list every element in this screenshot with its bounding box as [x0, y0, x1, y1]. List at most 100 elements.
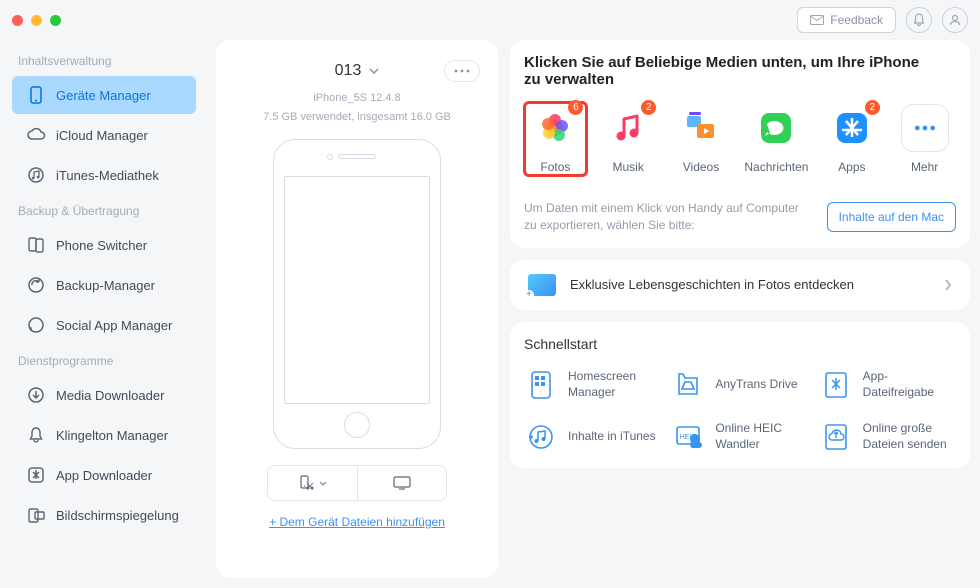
qs-heic-icon: HEIC	[671, 420, 705, 454]
media-more-icon	[901, 104, 949, 152]
export-text: Um Daten mit einem Klick von Handy auf C…	[524, 200, 815, 234]
sidebar-item-label: Bildschirmspiegelung	[56, 508, 179, 523]
media-label: Fotos	[540, 160, 570, 174]
mail-icon	[810, 15, 824, 25]
quick-label: Online große Dateien senden	[863, 421, 956, 452]
badge: 6	[568, 100, 583, 115]
sidebar-header: Dienstprogramme	[4, 346, 204, 374]
media-label: Mehr	[911, 160, 938, 174]
qs-drive-icon	[671, 368, 705, 402]
phone-cut-icon	[297, 475, 315, 491]
chevron-right-icon	[944, 278, 952, 292]
sidebar: InhaltsverwaltungGeräte ManageriCloud Ma…	[4, 40, 204, 578]
sidebar-item-label: Media Downloader	[56, 388, 164, 403]
media-label: Videos	[683, 160, 719, 174]
media-label: Apps	[838, 160, 865, 174]
caret-down-icon	[319, 481, 327, 486]
badge: 2	[865, 100, 880, 115]
chevron-down-icon[interactable]	[369, 68, 379, 74]
qs-homescreen-icon	[524, 368, 558, 402]
badge: 2	[641, 100, 656, 115]
quickstart-panel: Schnellstart Homescreen Manager AnyTrans …	[510, 322, 970, 468]
media-messages[interactable]: Nachrichten	[742, 102, 810, 176]
device-more-button[interactable]	[444, 60, 480, 82]
sidebar-screen-mirror-icon	[26, 505, 46, 525]
cut-to-device-button[interactable]	[268, 466, 358, 500]
qs-drive[interactable]: AnyTrans Drive	[671, 368, 808, 402]
phone-graphic	[273, 139, 441, 449]
media-photos-icon: 6	[531, 104, 579, 152]
notifications-button[interactable]	[906, 7, 932, 33]
device-name: 013	[335, 62, 362, 80]
sidebar-item-label: iCloud Manager	[56, 128, 148, 143]
sidebar-backup-manager-icon	[26, 275, 46, 295]
feedback-button[interactable]: Feedback	[797, 7, 896, 33]
window-minimize[interactable]	[31, 15, 42, 26]
qs-itunes[interactable]: Inhalte in iTunes	[524, 420, 661, 454]
window-maximize[interactable]	[50, 15, 61, 26]
quick-label: Homescreen Manager	[568, 369, 661, 400]
sidebar-backup-manager[interactable]: Backup-Manager	[12, 266, 196, 304]
sidebar-social-app-icon	[26, 315, 46, 335]
sidebar-item-label: iTunes-Mediathek	[56, 168, 159, 183]
qs-bigfiles-icon	[819, 420, 853, 454]
sidebar-device-manager-icon	[26, 85, 46, 105]
qs-heic[interactable]: HEIC Online HEIC Wandler	[671, 420, 808, 454]
media-title: Klicken Sie auf Beliebige Medien unten, …	[524, 54, 924, 88]
sidebar-app-downloader[interactable]: App Downloader	[12, 456, 196, 494]
sidebar-icloud-manager[interactable]: iCloud Manager	[12, 116, 196, 154]
sidebar-device-manager[interactable]: Geräte Manager	[12, 76, 196, 114]
user-button[interactable]	[942, 7, 968, 33]
sidebar-item-label: Geräte Manager	[56, 88, 151, 103]
ellipsis-icon	[454, 69, 470, 73]
sidebar-media-downloader[interactable]: Media Downloader	[12, 376, 196, 414]
media-more[interactable]: Mehr	[893, 102, 956, 176]
banner-text: Exklusive Lebensgeschichten in Fotos ent…	[570, 277, 930, 292]
qs-homescreen[interactable]: Homescreen Manager	[524, 368, 661, 402]
sidebar-ringtone-manager-icon	[26, 425, 46, 445]
sidebar-phone-switcher[interactable]: Phone Switcher	[12, 226, 196, 264]
phone-actions	[267, 465, 447, 501]
quickstart-title: Schnellstart	[524, 336, 956, 352]
media-photos[interactable]: 6 Fotos	[523, 101, 588, 177]
bell-icon	[912, 13, 926, 27]
quick-label: AnyTrans Drive	[715, 377, 797, 393]
sidebar-item-label: Phone Switcher	[56, 238, 147, 253]
photo-stories-banner[interactable]: Exklusive Lebensgeschichten in Fotos ent…	[510, 260, 970, 310]
media-label: Nachrichten	[744, 160, 808, 174]
sidebar-app-downloader-icon	[26, 465, 46, 485]
sidebar-screen-mirror[interactable]: Bildschirmspiegelung	[12, 496, 196, 534]
device-model: iPhone_5S 12.4.8	[313, 90, 400, 107]
sidebar-item-label: Social App Manager	[56, 318, 172, 333]
export-button[interactable]: Inhalte auf den Mac	[827, 202, 956, 232]
quick-label: Online HEIC Wandler	[715, 421, 808, 452]
media-messages-icon	[752, 104, 800, 152]
device-panel: 013 iPhone_5S 12.4.8 7.5 GB verwendet, i…	[216, 40, 498, 578]
sidebar-ringtone-manager[interactable]: Klingelton Manager	[12, 416, 196, 454]
media-videos[interactable]: Videos	[670, 102, 733, 176]
monitor-icon	[392, 476, 412, 490]
sidebar-social-app[interactable]: Social App Manager	[12, 306, 196, 344]
sidebar-phone-switcher-icon	[26, 235, 46, 255]
user-icon	[948, 13, 962, 27]
feedback-label: Feedback	[830, 13, 883, 27]
quick-label: App-Dateifreigabe	[863, 369, 956, 400]
to-computer-button[interactable]	[358, 466, 447, 500]
sidebar-icloud-manager-icon	[26, 125, 46, 145]
sidebar-itunes-library[interactable]: iTunes-Mediathek	[12, 156, 196, 194]
sidebar-item-label: App Downloader	[56, 468, 152, 483]
quick-label: Inhalte in iTunes	[568, 429, 656, 445]
device-storage: 7.5 GB verwendet, insgesamt 16.0 GB	[263, 109, 451, 126]
media-apps-icon: 2	[828, 104, 876, 152]
gallery-icon	[528, 274, 556, 296]
sidebar-item-label: Backup-Manager	[56, 278, 155, 293]
qs-fileshare-icon	[819, 368, 853, 402]
add-files-link[interactable]: + Dem Gerät Dateien hinzufügen	[269, 515, 445, 529]
media-videos-icon	[677, 104, 725, 152]
media-apps[interactable]: 2 Apps	[820, 102, 883, 176]
window-close[interactable]	[12, 15, 23, 26]
qs-fileshare[interactable]: App-Dateifreigabe	[819, 368, 956, 402]
qs-itunes-icon	[524, 420, 558, 454]
qs-bigfiles[interactable]: Online große Dateien senden	[819, 420, 956, 454]
media-music[interactable]: 2Musik	[597, 102, 660, 176]
